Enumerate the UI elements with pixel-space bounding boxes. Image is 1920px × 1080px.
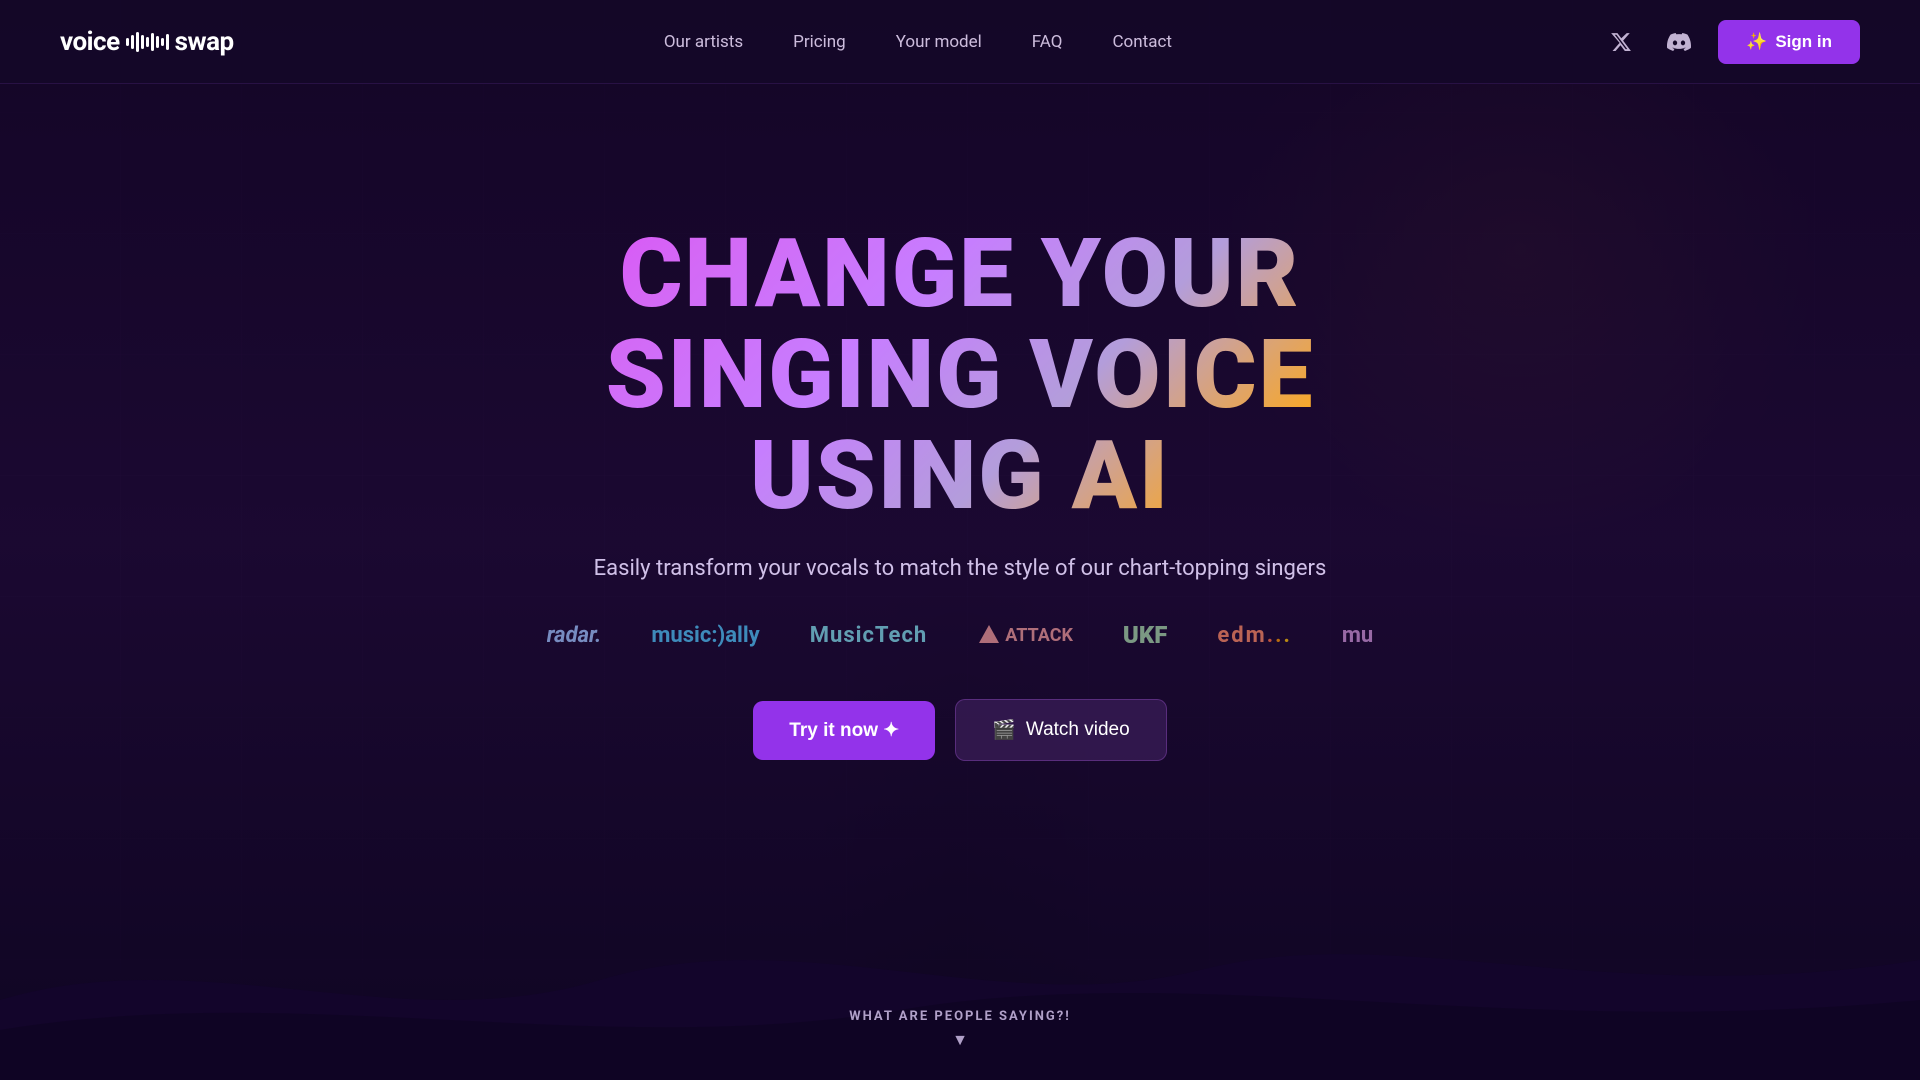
hero-subtitle: Easily transform your vocals to match th… (594, 556, 1327, 581)
logo-text-swap: swap (175, 27, 234, 57)
scroll-arrow-icon: ▼ (952, 1030, 968, 1050)
try-now-label: Try it now ✦ (789, 719, 899, 742)
signin-sparkle-icon: ✨ (1746, 32, 1767, 52)
signin-button[interactable]: ✨ Sign in (1718, 20, 1860, 64)
press-logo-mu: mu (1342, 623, 1373, 648)
nav-link-your-model[interactable]: Your model (896, 32, 982, 52)
nav-item-faq[interactable]: FAQ (1032, 32, 1063, 52)
scroll-hint[interactable]: WHAT ARE PEOPLE SAYING?! ▼ (849, 1009, 1071, 1050)
navbar: voice swap Our artists Pricing Your mode… (0, 0, 1920, 84)
press-logo-attack: ATTACK (977, 623, 1073, 647)
press-logo-ukf: UKF (1123, 621, 1167, 649)
watch-video-label: Watch video (1026, 719, 1130, 741)
bottom-wave (0, 880, 1920, 1080)
video-camera-icon: 🎬 (992, 718, 1016, 742)
hero-title: CHANGE YOUR SINGING VOICE USING AI (460, 224, 1460, 526)
press-logo-edm: edm... (1217, 623, 1292, 648)
logo-waveform-icon (126, 32, 169, 52)
nav-item-contact[interactable]: Contact (1112, 32, 1171, 52)
nav-item-our-artists[interactable]: Our artists (664, 32, 743, 52)
nav-right: ✨ Sign in (1602, 20, 1860, 64)
press-logos-strip: radar. music:)ally MusicTech ATTACK UKF … (547, 621, 1374, 649)
nav-item-your-model[interactable]: Your model (896, 32, 982, 52)
nav-link-pricing[interactable]: Pricing (793, 32, 846, 52)
nav-item-pricing[interactable]: Pricing (793, 32, 846, 52)
nav-link-our-artists[interactable]: Our artists (664, 32, 743, 52)
nav-link-faq[interactable]: FAQ (1032, 32, 1063, 52)
twitter-icon[interactable] (1602, 23, 1640, 61)
hero-title-line1: CHANGE YOUR SINGING VOICE (606, 218, 1315, 431)
watch-video-button[interactable]: 🎬 Watch video (955, 699, 1167, 761)
nav-link-contact[interactable]: Contact (1112, 32, 1171, 52)
discord-icon[interactable] (1660, 23, 1698, 61)
cta-buttons: Try it now ✦ 🎬 Watch video (753, 699, 1166, 761)
nav-links: Our artists Pricing Your model FAQ Conta… (664, 32, 1172, 52)
press-logo-musictech: MusicTech (810, 623, 927, 648)
try-it-now-button[interactable]: Try it now ✦ (753, 701, 935, 760)
site-logo[interactable]: voice swap (60, 27, 234, 57)
scroll-hint-text: WHAT ARE PEOPLE SAYING?! (849, 1009, 1071, 1024)
press-logo-radar: radar. (547, 623, 602, 648)
press-logo-musicaly: music:)ally (651, 623, 759, 648)
logo-text-voice: voice (60, 27, 120, 57)
hero-section: CHANGE YOUR SINGING VOICE USING AI Easil… (0, 84, 1920, 821)
signin-label: Sign in (1775, 32, 1832, 52)
hero-title-line2: USING AI (750, 420, 1170, 532)
